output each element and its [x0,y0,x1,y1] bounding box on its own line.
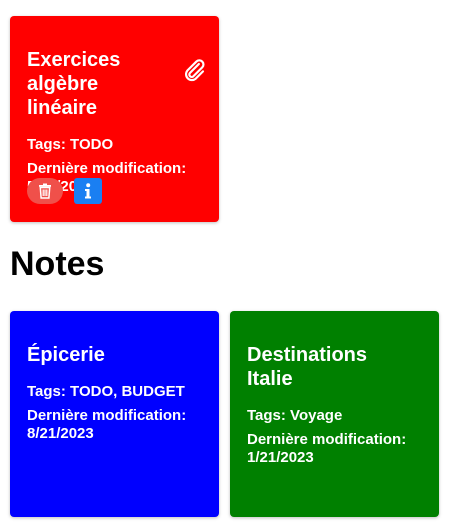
paperclip-icon[interactable] [181,57,207,83]
note-modified-date: 8/21/2023 [27,425,94,442]
note-tags: Tags: Voyage [247,407,343,424]
note-tags: Tags: TODO [27,136,114,153]
note-meta: Tags: TODO, BUDGET Dernière modification… [27,383,202,443]
note-modified-date: 1/21/2023 [247,449,314,466]
note-card-destinations-italie[interactable]: Destinations Italie Tags: Voyage Dernièr… [230,311,439,517]
note-card-exercices[interactable]: Exercices algèbre linéaire Tags: TODO De… [10,16,219,222]
note-meta: Tags: Voyage Dernière modification: 1/21… [247,407,422,467]
note-title: Épicerie [27,344,105,366]
note-modified-label: Dernière modification: [247,431,407,448]
note-tags: Tags: TODO, BUDGET [27,383,185,400]
note-actions [27,178,102,204]
note-title: Destinations Italie [247,344,368,390]
note-modified-label: Dernière modification: [27,407,187,424]
note-modified-label: Dernière modification: [27,160,187,177]
delete-button[interactable] [27,178,63,204]
trash-icon [39,183,51,199]
notes-heading: Notes [10,245,105,283]
note-card-epicerie[interactable]: Épicerie Tags: TODO, BUDGET Dernière mod… [10,311,219,517]
info-icon [85,183,91,199]
note-title: Exercices algèbre linéaire [27,49,121,119]
info-button[interactable] [74,178,102,204]
